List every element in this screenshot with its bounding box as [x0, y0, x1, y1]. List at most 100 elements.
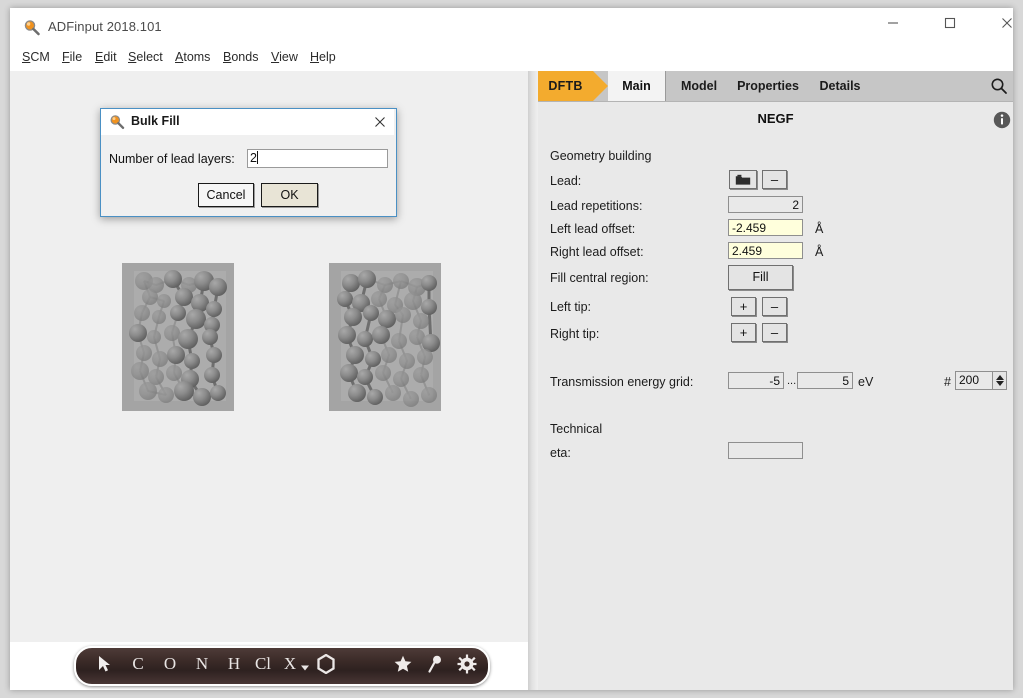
close-button[interactable]: [984, 8, 1013, 38]
atom[interactable]: [167, 346, 185, 364]
atom[interactable]: [413, 313, 429, 329]
atom[interactable]: [206, 347, 222, 363]
transmission-count-input[interactable]: 200: [955, 371, 993, 390]
atom[interactable]: [375, 365, 391, 381]
atom[interactable]: [178, 329, 198, 349]
element-c-button[interactable]: C: [124, 648, 152, 680]
fill-button[interactable]: Fill: [728, 265, 793, 290]
atom[interactable]: [340, 364, 358, 382]
tab-main[interactable]: Main: [608, 71, 666, 101]
right-tip-remove-button[interactable]: –: [762, 323, 787, 342]
menu-edit[interactable]: Edit: [95, 50, 117, 68]
atom[interactable]: [421, 275, 437, 291]
tab-details[interactable]: Details: [809, 71, 871, 101]
atom[interactable]: [210, 385, 226, 401]
atom[interactable]: [174, 381, 194, 401]
cancel-button[interactable]: Cancel: [198, 183, 254, 207]
atom[interactable]: [152, 310, 166, 324]
engine-badge-dftb[interactable]: DFTB: [538, 71, 593, 101]
atom[interactable]: [363, 305, 379, 321]
atom[interactable]: [193, 388, 211, 406]
left-tip-add-button[interactable]: +: [731, 297, 756, 316]
atom[interactable]: [417, 349, 433, 365]
element-o-button[interactable]: O: [156, 648, 184, 680]
right-lead-offset-input[interactable]: 2.459: [728, 242, 803, 259]
minimize-button[interactable]: [870, 8, 916, 38]
atom[interactable]: [381, 347, 397, 363]
transmission-max-input[interactable]: 5: [797, 372, 853, 389]
atom[interactable]: [372, 326, 390, 344]
left-tip-remove-button[interactable]: –: [762, 297, 787, 316]
atom[interactable]: [202, 329, 218, 345]
atom[interactable]: [142, 289, 158, 305]
atom[interactable]: [147, 330, 161, 344]
atom[interactable]: [395, 307, 411, 323]
atom[interactable]: [157, 294, 171, 308]
atom[interactable]: [152, 351, 168, 367]
unit-cell-right[interactable]: [325, 263, 449, 411]
folder-icon[interactable]: [729, 170, 757, 189]
atom[interactable]: [391, 333, 407, 349]
menu-atoms[interactable]: Atoms: [175, 50, 210, 68]
cursor-arrow-icon[interactable]: [90, 648, 120, 680]
element-h-button[interactable]: H: [220, 648, 248, 680]
stepper-down-icon[interactable]: [996, 381, 1004, 386]
atom[interactable]: [186, 309, 206, 329]
atom[interactable]: [385, 385, 401, 401]
unit-cell-left[interactable]: [118, 263, 242, 411]
atom[interactable]: [134, 305, 150, 321]
menu-view[interactable]: View: [271, 50, 298, 68]
transmission-count-stepper[interactable]: [993, 371, 1007, 390]
atom[interactable]: [131, 362, 149, 380]
atom[interactable]: [164, 270, 182, 288]
menu-select[interactable]: Select: [128, 50, 163, 68]
atom[interactable]: [367, 389, 383, 405]
atom[interactable]: [338, 326, 356, 344]
hexagon-icon[interactable]: [312, 648, 340, 680]
tab-properties[interactable]: Properties: [727, 71, 809, 101]
atom[interactable]: [139, 382, 157, 400]
star-icon[interactable]: [389, 648, 417, 680]
magnifier-icon[interactable]: [421, 648, 449, 680]
atom[interactable]: [209, 278, 227, 296]
lead-layers-input[interactable]: 2: [247, 149, 388, 168]
maximize-button[interactable]: [927, 8, 973, 38]
lead-repetitions-input[interactable]: 2: [728, 196, 803, 213]
tab-model[interactable]: Model: [671, 71, 727, 101]
eta-input[interactable]: [728, 442, 803, 459]
atom[interactable]: [337, 291, 353, 307]
gear-icon[interactable]: [453, 648, 481, 680]
search-icon[interactable]: [985, 71, 1013, 101]
atom[interactable]: [344, 308, 362, 326]
menu-bonds[interactable]: Bonds: [223, 50, 258, 68]
atom[interactable]: [136, 345, 152, 361]
lead-remove-button[interactable]: –: [762, 170, 787, 189]
atom[interactable]: [413, 367, 429, 383]
atom[interactable]: [421, 387, 437, 403]
atom[interactable]: [170, 305, 186, 321]
element-x-button[interactable]: X: [279, 648, 301, 680]
atom[interactable]: [129, 324, 147, 342]
element-n-button[interactable]: N: [188, 648, 216, 680]
atom[interactable]: [365, 351, 381, 367]
atom[interactable]: [346, 346, 364, 364]
panel-divider[interactable]: [528, 71, 538, 690]
atom[interactable]: [166, 365, 182, 381]
menu-scm[interactable]: SCM: [22, 50, 50, 68]
atom[interactable]: [358, 270, 376, 288]
atom[interactable]: [357, 369, 373, 385]
stepper-up-icon[interactable]: [996, 375, 1004, 380]
element-cl-button[interactable]: Cl: [249, 648, 277, 680]
atom[interactable]: [184, 353, 200, 369]
menu-file[interactable]: File: [62, 50, 82, 68]
menu-help[interactable]: Help: [310, 50, 336, 68]
atom[interactable]: [158, 387, 174, 403]
ok-button[interactable]: OK: [261, 183, 318, 207]
atom[interactable]: [206, 301, 222, 317]
info-icon[interactable]: [993, 111, 1011, 129]
atom[interactable]: [348, 384, 366, 402]
atom[interactable]: [204, 367, 220, 383]
atom[interactable]: [399, 353, 415, 369]
right-tip-add-button[interactable]: +: [731, 323, 756, 342]
dialog-close-icon[interactable]: [370, 113, 390, 131]
